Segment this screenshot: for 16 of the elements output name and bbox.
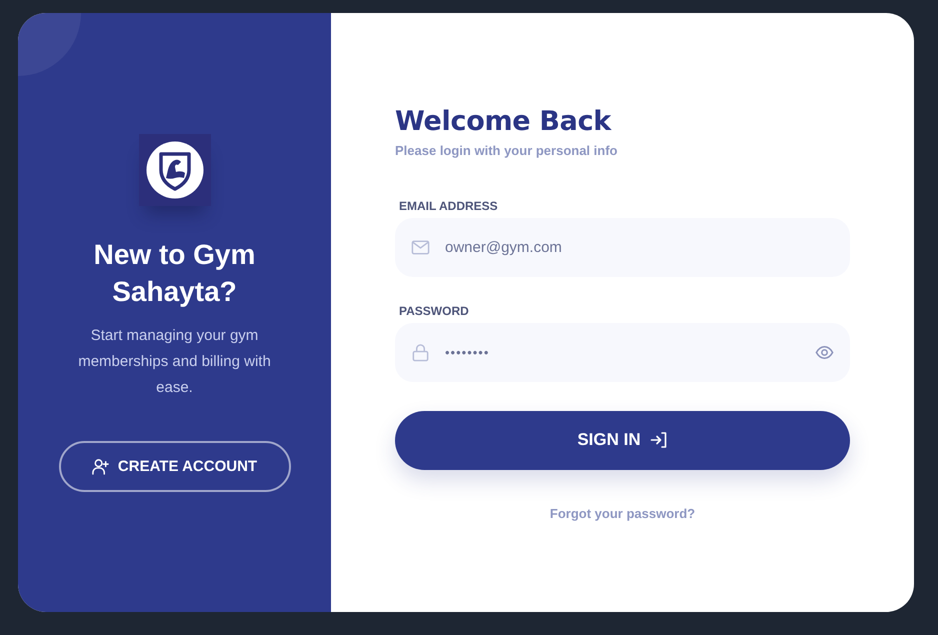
login-icon (650, 431, 668, 449)
logo-icon (138, 134, 210, 206)
form-title: Welcome Back (395, 104, 612, 138)
forgot-password-link[interactable]: Forgot your password? (550, 506, 696, 520)
form-subtitle: Please login with your personal info (395, 142, 618, 158)
create-account-button[interactable]: CREATE ACCOUNT (58, 440, 290, 492)
user-plus-icon (92, 458, 109, 474)
field-label: PASSWORD (399, 304, 469, 318)
panel-description: Start managing your gym memberships and billing with ease. (77, 326, 272, 398)
password-field[interactable]: •••••••• (395, 322, 850, 382)
field-label: EMAIL ADDRESS (399, 198, 498, 212)
email-field[interactable]: owner@gym.com (395, 218, 850, 276)
mail-icon (411, 238, 430, 256)
lock-icon (411, 342, 430, 362)
sign-in-button[interactable]: SIGN IN (395, 410, 850, 470)
panel-heading: New to Gym Sahayta? (92, 238, 256, 309)
